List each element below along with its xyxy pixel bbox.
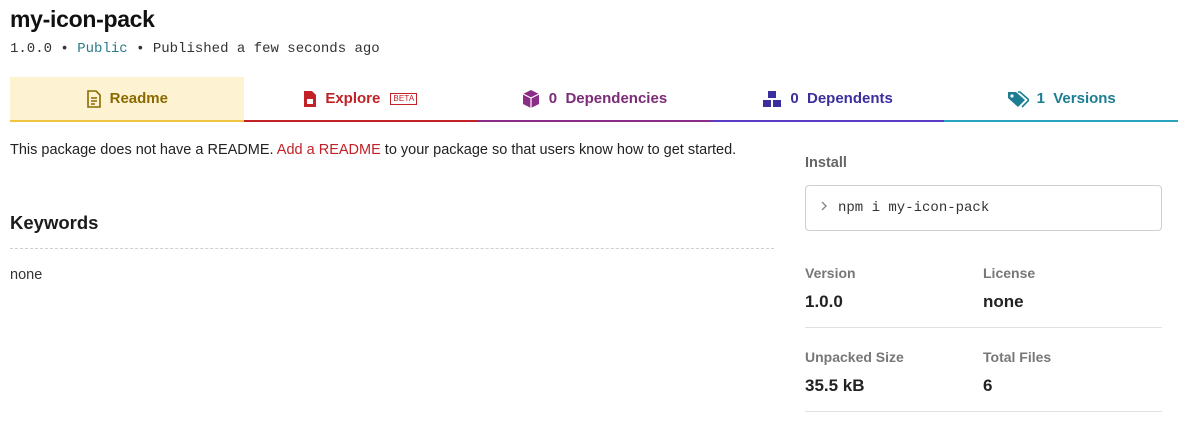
readme-message-text-end: to your package so that users know how t… [380,142,737,158]
tab-explore-label: Explore [325,90,381,107]
tab-dependents-label: 0 Dependents [790,90,893,107]
tab-explore[interactable]: Explore BETA [243,77,478,122]
total-files-value: 6 [983,376,993,395]
license-label: License [983,265,1036,281]
version-label: Version [805,265,856,281]
package-visibility: Public [77,41,128,57]
tab-versions-label: 1 Versions [1036,90,1116,107]
keywords-divider [10,248,774,249]
beta-badge: BETA [390,92,418,105]
keywords-value: none [10,267,43,283]
meta-separator: • [60,41,69,57]
package-version: 1.0.0 [10,41,53,57]
readme-message-text: This package does not have a README. [10,142,277,158]
unpacked-size-label: Unpacked Size [805,349,904,365]
tab-dependencies[interactable]: 0 Dependencies [477,77,711,122]
readme-message: This package does not have a README. Add… [10,142,736,158]
install-command: npm i my-icon-pack [838,200,990,216]
package-title: my-icon-pack [10,6,155,32]
package-meta: 1.0.0 • Public • Published a few seconds… [10,41,380,57]
add-readme-link[interactable]: Add a README [277,142,381,158]
file-code-icon [303,90,317,108]
install-label: Install [805,155,847,171]
boxes-icon [762,90,782,108]
total-files-label: Total Files [983,349,1052,365]
keywords-heading: Keywords [10,212,99,233]
version-value: 1.0.0 [805,292,843,311]
tab-versions[interactable]: 1 Versions [944,77,1178,122]
tab-readme[interactable]: Readme [10,77,244,122]
tab-dependencies-label: 0 Dependencies [548,90,668,107]
tags-icon [1007,90,1029,108]
install-command-box[interactable]: npm i my-icon-pack [805,185,1162,231]
tab-readme-label: Readme [109,90,168,107]
unpacked-size-value: 35.5 kB [805,376,865,395]
license-value: none [983,292,1024,311]
package-published: Published a few seconds ago [152,41,380,57]
stats-divider [805,327,1162,328]
box-icon [521,89,541,109]
tab-dependents[interactable]: 0 Dependents [710,77,945,122]
document-icon [86,89,102,108]
meta-separator: • [136,41,145,57]
stats-divider [805,411,1162,412]
package-tabs: Readme Explore BETA 0 Dependencies 0 Dep… [10,77,1178,122]
chevron-right-icon [820,200,828,216]
